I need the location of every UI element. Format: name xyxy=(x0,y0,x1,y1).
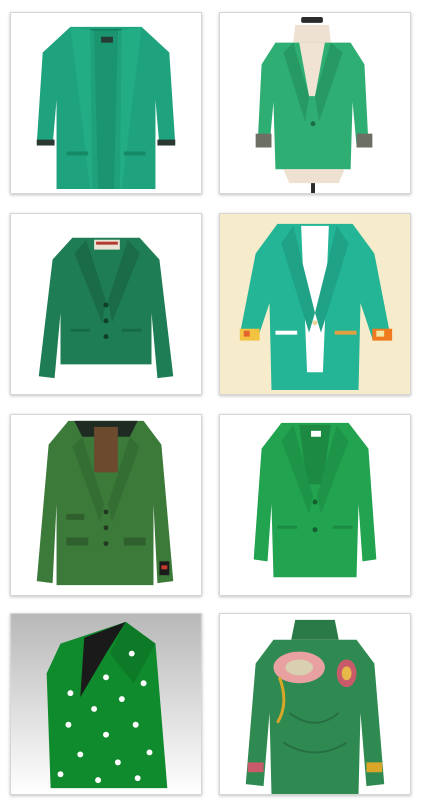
gallery-item-kelly-green-blazer[interactable] xyxy=(219,414,411,596)
gallery-item-embroidered-jacket[interactable] xyxy=(219,613,411,795)
gallery-item-teal-blazer[interactable] xyxy=(10,12,202,194)
teal-blazer-image xyxy=(11,13,201,193)
kelly-green-blazer-image xyxy=(220,415,410,595)
jacket-gallery xyxy=(0,0,424,807)
dark-green-blazer-image xyxy=(11,214,201,394)
gallery-item-turquoise-blazer[interactable] xyxy=(219,213,411,395)
dress-form-blazer-image xyxy=(220,13,410,193)
gallery-item-dress-form-blazer[interactable] xyxy=(219,12,411,194)
tweed-jacket-image xyxy=(11,415,201,595)
turquoise-blazer-image xyxy=(220,214,410,394)
gallery-item-dark-green-blazer[interactable] xyxy=(10,213,202,395)
gallery-item-shamrock-blazer[interactable] xyxy=(10,613,202,795)
embroidered-jacket-image xyxy=(220,614,410,794)
shamrock-blazer-image xyxy=(11,614,201,794)
gallery-item-tweed-jacket[interactable] xyxy=(10,414,202,596)
